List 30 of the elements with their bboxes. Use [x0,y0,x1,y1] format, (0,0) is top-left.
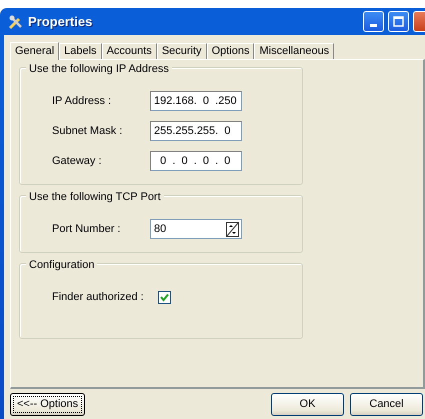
tab[interactable]: Miscellaneous [254,43,334,59]
tab[interactable]: Labels [59,43,102,59]
spinner-icon[interactable] [226,222,239,236]
spin-field[interactable]: 80 [150,219,242,239]
group-title: Use the following TCP Port [26,189,164,206]
ip-address-field[interactable]: 0 . 0 . 0 . 0 [150,151,242,171]
tab[interactable]: Security [156,43,207,59]
field-label: Subnet Mask : [52,124,124,139]
dialog-button[interactable]: Cancel [350,392,423,416]
ip-address-field[interactable]: 255.255.255. 0 [150,121,242,141]
dialog-button[interactable]: <<-- Options [10,392,86,416]
tab[interactable]: Options [206,43,254,59]
close-button[interactable] [413,11,425,32]
window-title: Properties [28,12,92,31]
tab[interactable]: General [10,42,60,60]
field-label: Gateway : [52,154,103,169]
minimize-button[interactable] [363,11,384,32]
field-label: Port Number : [52,222,122,237]
field-label: Finder authorized : [52,290,145,305]
tab[interactable]: Accounts [102,43,157,59]
group-title: Use the following IP Address [26,61,172,78]
maximize-button[interactable] [388,11,409,32]
field-label: IP Address : [52,94,112,109]
dialog-button[interactable]: OK [271,392,344,416]
minimize-icon [370,24,377,26]
checkbox[interactable] [158,290,171,304]
maximize-icon [393,16,404,27]
group-title: Configuration [26,257,98,274]
tools-icon [8,14,24,30]
ip-address-field[interactable]: 192.168. 0 .250 [150,91,242,111]
